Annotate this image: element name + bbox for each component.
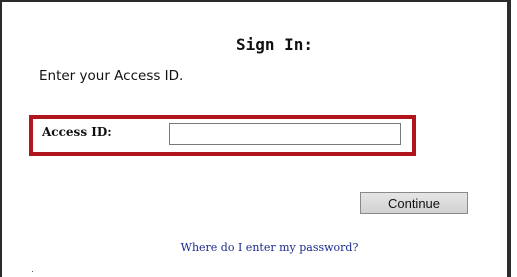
page-title: Sign In:: [235, 35, 314, 54]
password-help-link[interactable]: Where do I enter my password?: [2, 241, 507, 254]
corner-dot: [32, 271, 33, 272]
signin-panel: Sign In: Enter your Access ID. Access ID…: [0, 0, 511, 277]
access-id-label: Access ID:: [42, 125, 112, 139]
access-id-input[interactable]: [169, 123, 401, 145]
instruction-text: Enter your Access ID.: [39, 68, 184, 84]
continue-button[interactable]: Continue: [360, 192, 468, 214]
